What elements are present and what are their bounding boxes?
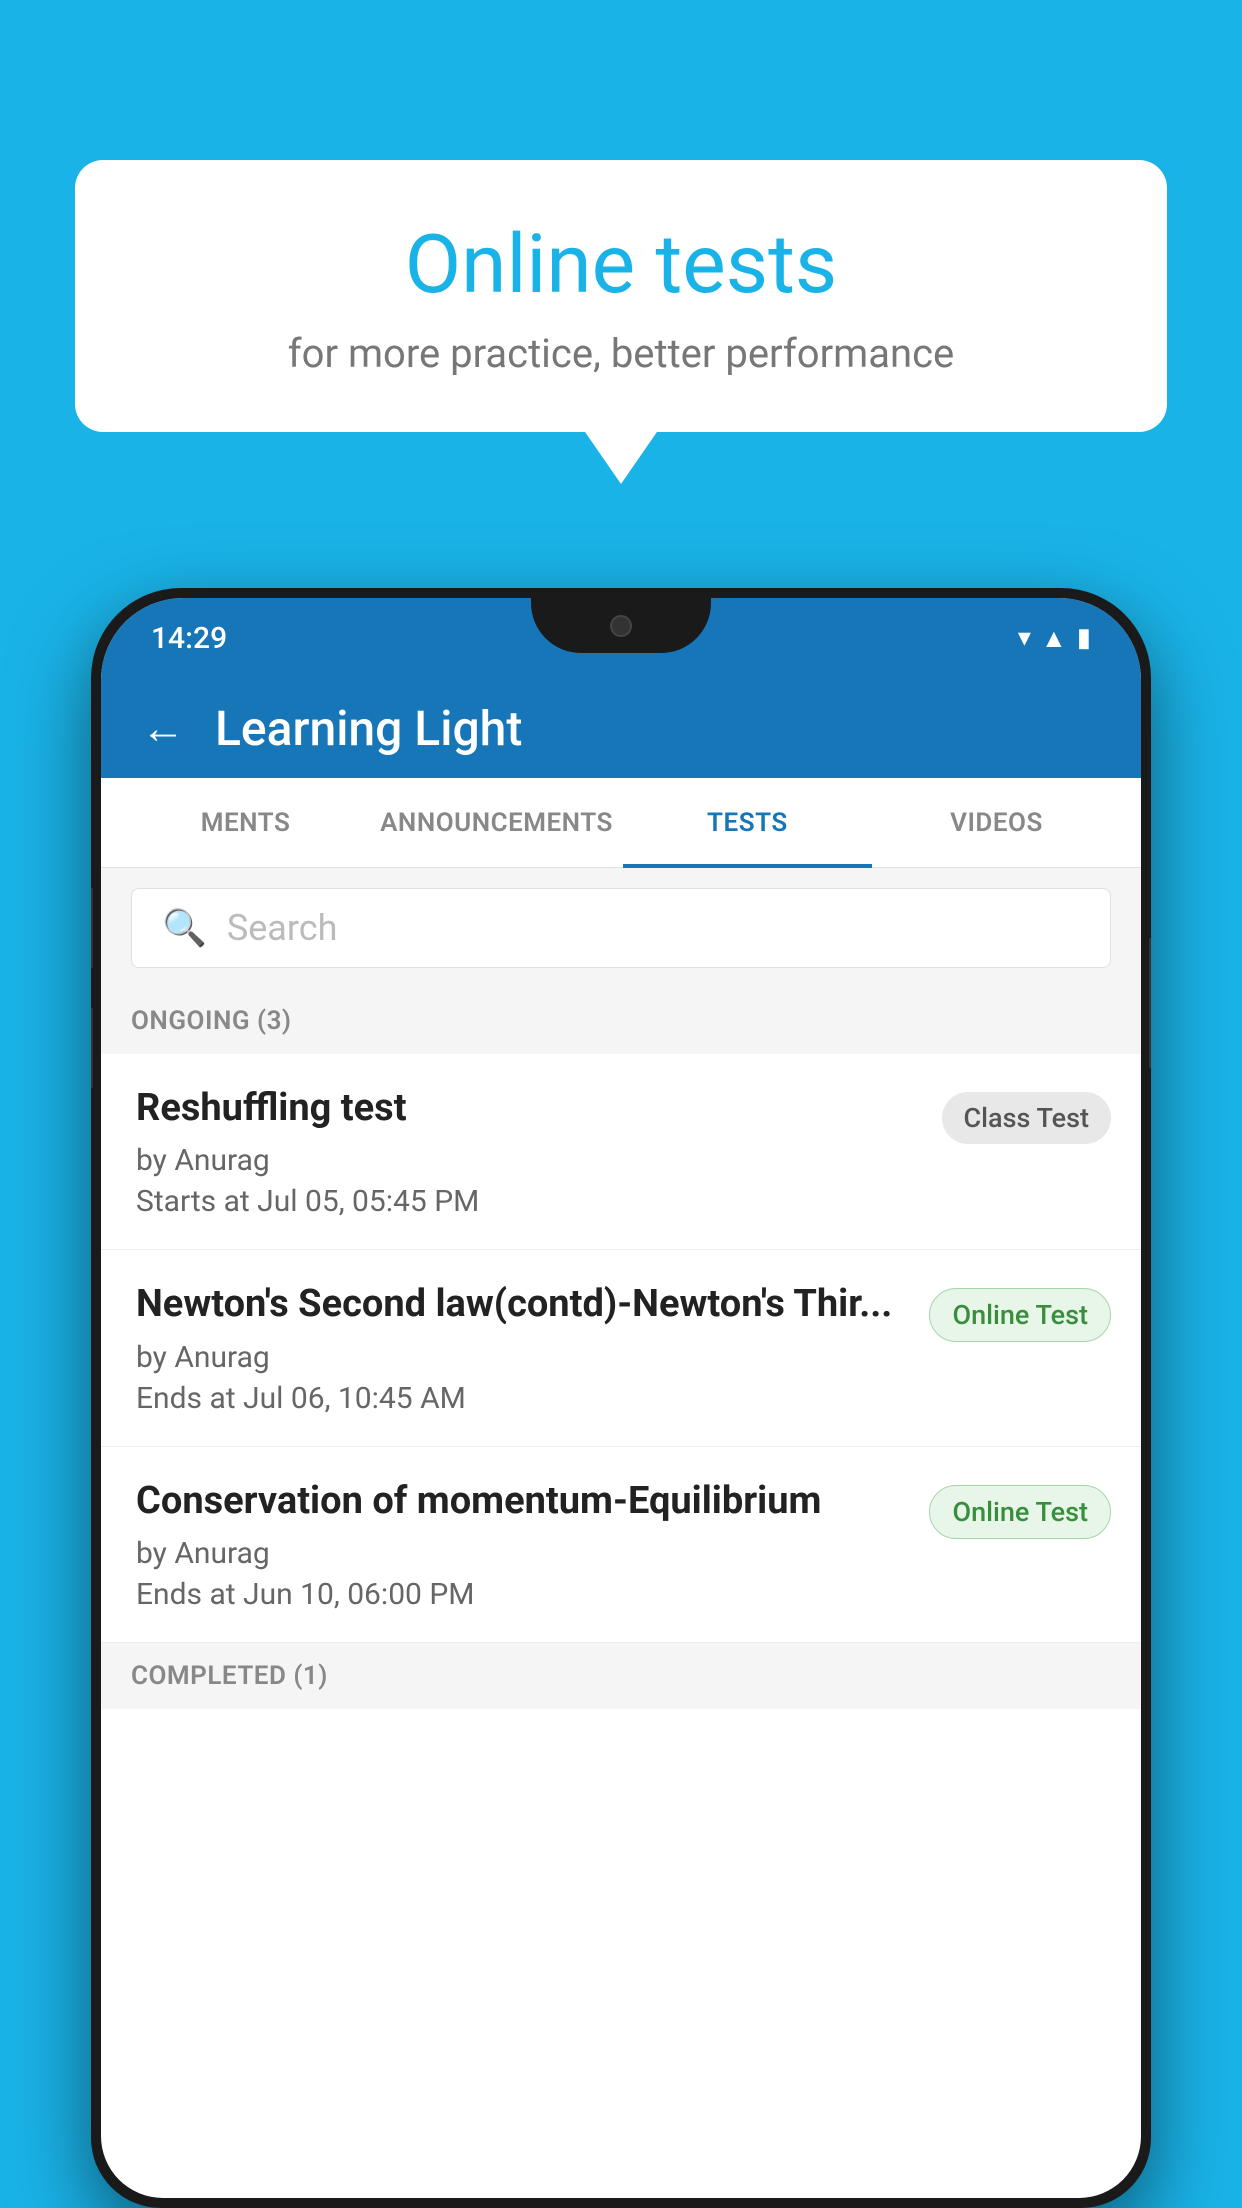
test-badge-2: Online Test [929,1288,1111,1342]
bubble-title: Online tests [125,220,1117,310]
bubble-subtitle: for more practice, better performance [125,330,1117,377]
completed-section-label: COMPLETED (1) [101,1643,1141,1709]
test-title-2: Newton's Second law(contd)-Newton's Thir… [136,1280,909,1329]
side-button-right [1149,938,1151,1068]
ongoing-section-label: ONGOING (3) [101,988,1141,1054]
tab-announcements[interactable]: ANNOUNCEMENTS [370,778,623,868]
battery-icon: ▮ [1077,623,1091,653]
tab-tests[interactable]: TESTS [623,778,872,868]
test-time-2: Ends at Jul 06, 10:45 AM [136,1381,909,1416]
test-info-1: Reshuffling test by Anurag Starts at Jul… [136,1084,942,1219]
search-placeholder: Search [227,907,338,949]
test-info-3: Conservation of momentum-Equilibrium by … [136,1477,929,1612]
camera [610,615,632,637]
test-time-3: Ends at Jun 10, 06:00 PM [136,1577,909,1612]
app-header: ← Learning Light [101,678,1141,778]
test-title-1: Reshuffling test [136,1084,922,1133]
signal-icon: ▲ [1041,623,1067,654]
side-button-left-1 [91,888,93,968]
test-by-2: by Anurag [136,1340,909,1375]
app-title: Learning Light [215,700,522,757]
status-time: 14:29 [151,621,227,656]
speech-bubble: Online tests for more practice, better p… [75,160,1167,432]
tab-ments[interactable]: MENTS [121,778,370,868]
search-container: 🔍 Search [101,868,1141,988]
phone-shell: 14:29 ▾ ▲ ▮ ← Learning Light MENTS [91,588,1151,2208]
test-item-3[interactable]: Conservation of momentum-Equilibrium by … [101,1447,1141,1643]
tabs-container: MENTS ANNOUNCEMENTS TESTS VIDEOS [101,778,1141,868]
test-item-2[interactable]: Newton's Second law(contd)-Newton's Thir… [101,1250,1141,1446]
tests-list: Reshuffling test by Anurag Starts at Jul… [101,1054,1141,1643]
tab-videos[interactable]: VIDEOS [872,778,1121,868]
phone-notch [531,598,711,653]
back-button[interactable]: ← [141,706,185,750]
phone-screen: 14:29 ▾ ▲ ▮ ← Learning Light MENTS [101,598,1141,2198]
status-bar: 14:29 ▾ ▲ ▮ [101,598,1141,678]
status-icons: ▾ ▲ ▮ [1018,623,1091,654]
test-badge-1: Class Test [942,1092,1112,1144]
wifi-icon: ▾ [1018,623,1031,653]
side-button-left-2 [91,1008,93,1088]
search-box[interactable]: 🔍 Search [131,888,1111,968]
test-by-3: by Anurag [136,1536,909,1571]
test-title-3: Conservation of momentum-Equilibrium [136,1477,909,1526]
test-by-1: by Anurag [136,1143,922,1178]
search-icon: 🔍 [162,907,207,949]
test-item-1[interactable]: Reshuffling test by Anurag Starts at Jul… [101,1054,1141,1250]
test-time-1: Starts at Jul 05, 05:45 PM [136,1184,922,1219]
screen-inner: 14:29 ▾ ▲ ▮ ← Learning Light MENTS [101,598,1141,2198]
test-info-2: Newton's Second law(contd)-Newton's Thir… [136,1280,929,1415]
test-badge-3: Online Test [929,1485,1111,1539]
